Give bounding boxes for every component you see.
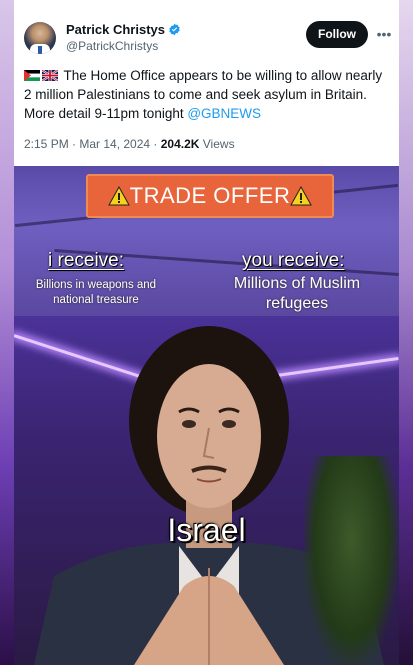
verified-badge-icon	[169, 23, 180, 36]
you-receive-title: you receive:	[242, 250, 345, 271]
palestine-flag-icon	[24, 70, 40, 81]
tweet-text: The Home Office appears to be willing to…	[24, 66, 390, 123]
you-receive-value: Millions of Muslim refugees	[233, 275, 361, 312]
follow-button[interactable]: Follow	[306, 21, 368, 48]
warning-icon	[107, 186, 130, 206]
i-receive-value: Billions in weapons and national treasur…	[35, 279, 157, 306]
tweet-card: Patrick Christys @PatrickChristys Follow…	[14, 0, 399, 665]
i-receive-title: i receive:	[48, 250, 125, 271]
trade-offer-banner: TRADE OFFER	[86, 174, 334, 218]
tweet-timestamp[interactable]: 2:15 PM · Mar 14, 2024 ·	[24, 137, 161, 151]
author-name-text: Patrick Christys	[66, 22, 165, 37]
author-name[interactable]: Patrick Christys	[66, 22, 181, 37]
person-label: Israel	[167, 512, 246, 548]
mention-link[interactable]: @GBNEWS	[187, 106, 261, 121]
avatar[interactable]	[24, 22, 56, 54]
tweet-header: Patrick Christys @PatrickChristys Follow…	[14, 0, 399, 60]
tweet-meta: 2:15 PM · Mar 14, 2024 · 204.2K Views	[24, 137, 235, 151]
views-count: 204.2K	[160, 137, 200, 151]
trade-offer-title: TRADE OFFER	[129, 183, 291, 208]
warning-icon	[290, 186, 313, 206]
avatar-tie	[38, 46, 42, 54]
views-label: Views	[199, 137, 235, 151]
blurred-background-left	[0, 0, 14, 665]
plant-background	[304, 456, 399, 665]
blurred-background-right	[399, 0, 413, 665]
tweet-media-image[interactable]: TRADE OFFER i receive: Billions in weapo…	[14, 166, 399, 665]
author-handle[interactable]: @PatrickChristys	[66, 39, 158, 53]
more-dots-icon[interactable]: •••	[376, 26, 392, 42]
uk-flag-icon	[42, 70, 58, 81]
